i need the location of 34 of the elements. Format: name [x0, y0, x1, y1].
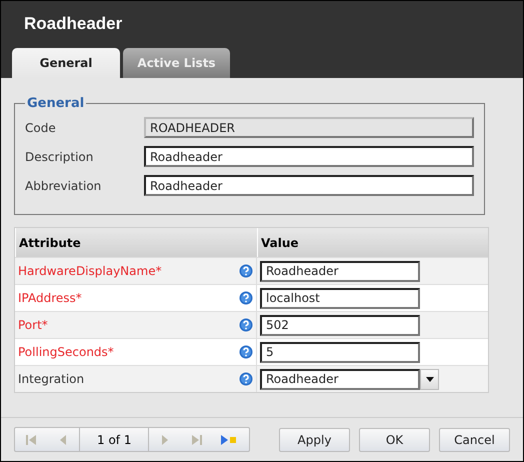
- input-field[interactable]: Roadheader: [144, 146, 474, 167]
- input-field[interactable]: localhost: [260, 288, 420, 308]
- input-field[interactable]: Roadheader: [144, 175, 474, 196]
- help-icon[interactable]: [239, 291, 253, 305]
- group-title: General: [26, 96, 86, 111]
- add-record-icon: [220, 434, 238, 446]
- window-title: Roadheader: [23, 13, 124, 34]
- field-label: Abbreviation: [25, 178, 102, 192]
- help-icon[interactable]: [239, 372, 253, 386]
- attribute-name: Integration: [18, 372, 84, 386]
- caret-icon: [426, 376, 434, 382]
- attribute-name: HardwareDisplayName*: [18, 264, 162, 278]
- help-icon[interactable]: [239, 318, 253, 332]
- previous-icon: [59, 434, 67, 446]
- dropdown-button[interactable]: [420, 368, 439, 390]
- tab[interactable]: General: [12, 48, 120, 78]
- input-field[interactable]: 502: [260, 314, 420, 336]
- first-page-icon: [25, 434, 37, 446]
- attribute-name: Port*: [18, 318, 48, 332]
- field-label: Code: [25, 120, 57, 134]
- field-label: Description: [25, 150, 94, 164]
- next-icon: [161, 434, 170, 446]
- page-indicator: 1 of 1: [79, 428, 150, 451]
- attribute-name: IPAddress*: [18, 291, 82, 305]
- help-icon[interactable]: [239, 345, 253, 359]
- dialog-button[interactable]: Cancel: [439, 428, 510, 452]
- help-icon[interactable]: [239, 264, 253, 278]
- input-field[interactable]: 5: [260, 342, 420, 362]
- dropdown-field[interactable]: Roadheader: [260, 368, 420, 390]
- dialog-button[interactable]: OK: [359, 428, 430, 452]
- input-field[interactable]: Roadheader: [260, 260, 420, 282]
- last-page-icon: [191, 434, 204, 446]
- attribute-name: PollingSeconds*: [18, 345, 114, 359]
- dialog-button[interactable]: Apply: [279, 428, 350, 452]
